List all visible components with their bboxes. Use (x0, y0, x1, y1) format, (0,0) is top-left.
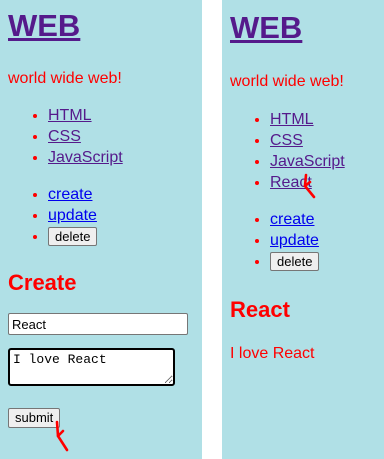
create-link[interactable]: create (48, 186, 92, 203)
nav-item: HTML (270, 109, 384, 130)
control-list: create update delete (230, 209, 384, 272)
nav-item: HTML (48, 105, 202, 126)
control-item: create (270, 209, 384, 230)
create-heading: Create (8, 270, 77, 295)
title-input[interactable] (8, 313, 188, 335)
delete-button[interactable]: delete (270, 252, 320, 271)
article-heading: React (230, 297, 290, 322)
nav-link-html[interactable]: HTML (48, 107, 92, 124)
site-title: WEB (8, 8, 202, 44)
nav-link-react[interactable]: React (270, 174, 312, 191)
control-list: create update delete (8, 184, 202, 247)
control-item: create (48, 184, 202, 205)
nav-item: JavaScript (270, 151, 384, 172)
nav-link-javascript[interactable]: JavaScript (48, 149, 123, 166)
nav-item: CSS (48, 126, 202, 147)
article-body: I love React (230, 345, 315, 362)
screenshot-stage: WEB world wide web! HTML CSS JavaScript … (0, 0, 384, 459)
nav-link-css[interactable]: CSS (270, 132, 303, 149)
body-textarea[interactable]: I love React (8, 348, 175, 386)
left-app-panel: WEB world wide web! HTML CSS JavaScript … (0, 0, 202, 459)
site-subtitle: world wide web! (230, 73, 344, 90)
nav-link-css[interactable]: CSS (48, 128, 81, 145)
create-link[interactable]: create (270, 211, 314, 228)
topic-nav-list: HTML CSS JavaScript React (230, 109, 384, 193)
topic-nav-list: HTML CSS JavaScript (8, 105, 202, 168)
site-subtitle: world wide web! (8, 70, 122, 87)
right-app-panel: WEB world wide web! HTML CSS JavaScript … (222, 0, 384, 459)
delete-button[interactable]: delete (48, 227, 98, 246)
update-link[interactable]: update (270, 232, 319, 249)
submit-button[interactable]: submit (8, 408, 61, 428)
control-item: update (48, 205, 202, 226)
control-item: delete (270, 251, 384, 272)
update-link[interactable]: update (48, 207, 97, 224)
control-item: delete (48, 226, 202, 247)
site-title: WEB (230, 10, 384, 46)
create-form: I love React submit (8, 313, 202, 428)
site-title-link[interactable]: WEB (230, 10, 302, 45)
nav-item: React (270, 172, 384, 193)
site-title-link[interactable]: WEB (8, 8, 80, 43)
nav-link-html[interactable]: HTML (270, 111, 314, 128)
control-item: update (270, 230, 384, 251)
nav-item: CSS (270, 130, 384, 151)
nav-item: JavaScript (48, 147, 202, 168)
nav-link-javascript[interactable]: JavaScript (270, 153, 345, 170)
